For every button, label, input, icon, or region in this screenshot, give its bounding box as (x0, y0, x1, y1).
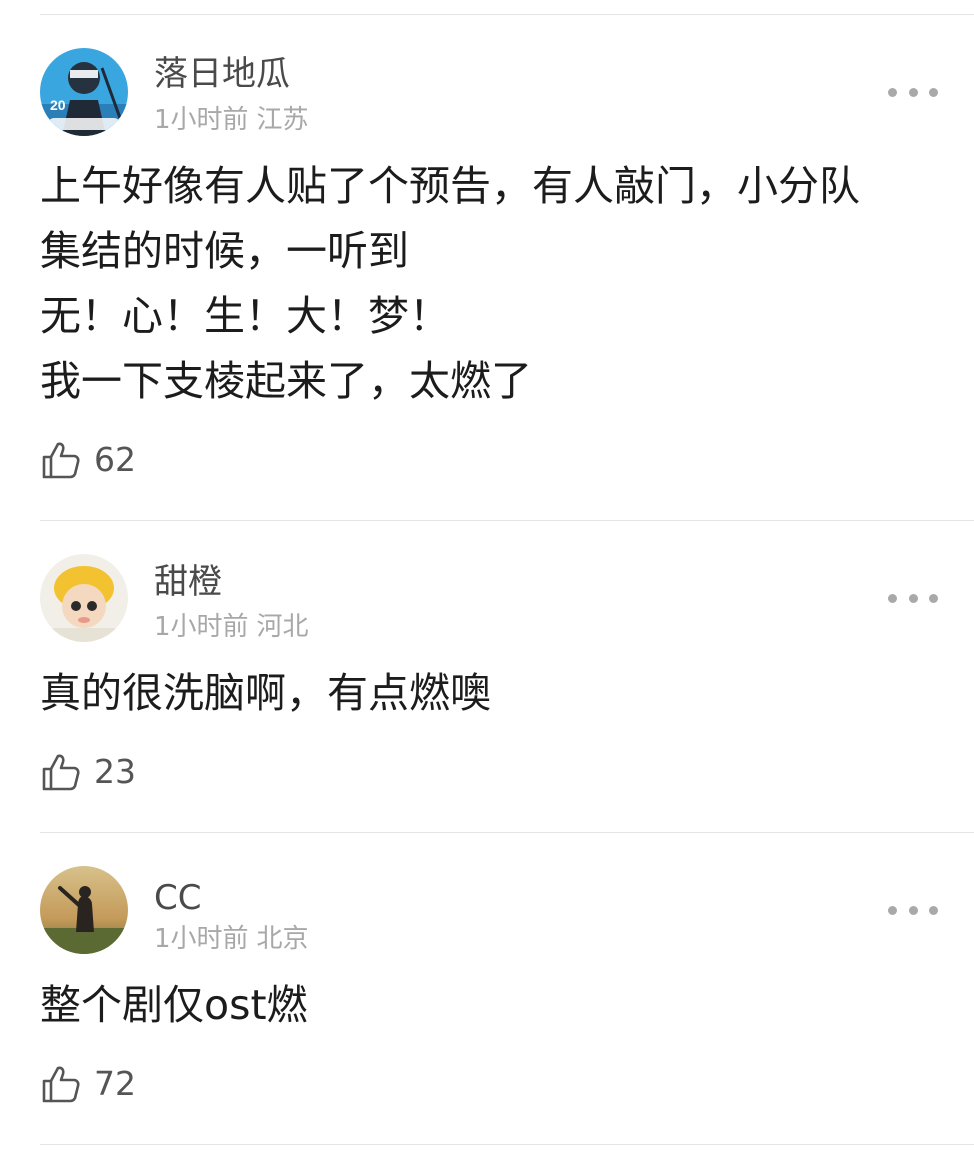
comment-time: 1小时前 (154, 612, 249, 642)
like-count: 72 (94, 1064, 136, 1103)
like-count: 23 (94, 752, 136, 791)
avatar[interactable]: 20 (40, 48, 128, 136)
comment-divider (40, 1144, 974, 1145)
avatar[interactable] (40, 554, 128, 642)
comment-location: 北京 (256, 924, 309, 954)
comment-divider (40, 832, 974, 833)
svg-text:20: 20 (50, 97, 66, 113)
comment-text: 整个剧仅ost燃 (40, 973, 940, 1038)
comment-text: 上午好像有人贴了个预告，有人敲门，小分队 集结的时候，一听到 无！心！生！大！梦… (40, 154, 940, 414)
more-dots-icon[interactable] (888, 588, 938, 608)
username[interactable]: CC (154, 878, 201, 918)
like-count: 62 (94, 440, 136, 479)
top-divider (40, 14, 974, 15)
comment-text-line: 真的很洗脑啊，有点燃噢 (40, 669, 491, 717)
comment-location: 江苏 (256, 105, 309, 135)
thumbs-up-icon (42, 1066, 80, 1103)
comment-text-line: 整个剧仅ost燃 (40, 981, 308, 1029)
username[interactable]: 落日地瓜 (154, 54, 290, 94)
comment-time: 1小时前 (154, 105, 249, 135)
comment-text-line: 集结的时候，一听到 (40, 227, 409, 275)
comment-meta: 1小时前 北京 (154, 923, 309, 955)
comment-meta: 1小时前 江苏 (154, 104, 309, 136)
comment-meta: 1小时前 河北 (154, 611, 309, 643)
like-button[interactable]: 72 (40, 1062, 136, 1106)
comment-text: 真的很洗脑啊，有点燃噢 (40, 661, 940, 726)
more-dots-icon[interactable] (888, 900, 938, 920)
comment-text-line: 我一下支棱起来了，太燃了 (40, 357, 532, 405)
comment-text-line: 无！心！生！大！梦！ (40, 292, 450, 340)
username[interactable]: 甜橙 (154, 562, 222, 602)
thumbs-up-icon (42, 442, 80, 479)
comment-time: 1小时前 (154, 924, 249, 954)
comment-text-line: 上午好像有人贴了个预告，有人敲门，小分队 (40, 162, 860, 210)
more-dots-icon[interactable] (888, 82, 938, 102)
thumbs-up-icon (42, 754, 80, 791)
comment-divider (40, 520, 974, 521)
avatar[interactable] (40, 866, 128, 954)
like-button[interactable]: 23 (40, 750, 136, 794)
like-button[interactable]: 62 (40, 438, 136, 482)
comment-location: 河北 (256, 612, 309, 642)
